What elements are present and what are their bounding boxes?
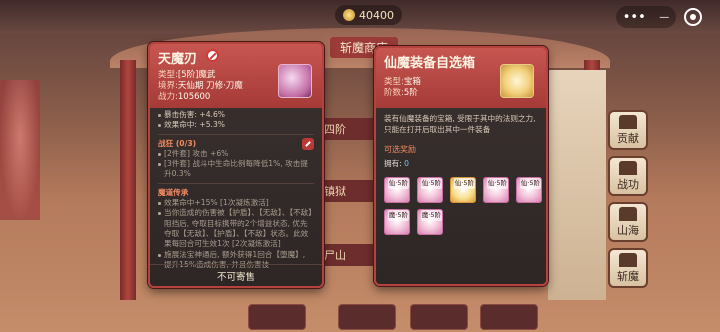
power-value: 105600 bbox=[177, 92, 211, 102]
rewards-title: 可选奖励 bbox=[384, 145, 416, 154]
demon-slayer-icon bbox=[619, 253, 637, 267]
type-value: 宝箱 bbox=[403, 77, 421, 87]
no-trade-icon bbox=[206, 49, 219, 62]
reward-item-immortal-claw[interactable]: 仙·5阶 bbox=[516, 177, 542, 203]
owned-label: 拥有: bbox=[384, 158, 402, 168]
minimize-icon[interactable]: — bbox=[659, 12, 669, 23]
type-value: [5阶]魔武 bbox=[177, 70, 216, 80]
reward-level: 魔·5阶 bbox=[420, 210, 442, 221]
item-tooltip-panel[interactable]: 天魔刃 类型:[5阶]魔武 境界:天仙期 刀修·刀魔 战力:105600 暴击伤… bbox=[148, 42, 324, 288]
shop-item-column bbox=[548, 70, 606, 300]
reward-level: 仙·5阶 bbox=[387, 178, 409, 189]
divider bbox=[158, 133, 314, 135]
legend-title: 魔道传承 bbox=[158, 187, 189, 197]
reward-level: 仙·5阶 bbox=[486, 178, 508, 189]
type-label: 类型: bbox=[158, 70, 178, 80]
chest-icon bbox=[500, 64, 534, 98]
sidebar-label: 贡献 bbox=[617, 132, 639, 145]
tier-value: 5阶 bbox=[403, 88, 418, 98]
bottom-tab-3[interactable] bbox=[410, 304, 468, 330]
pillar-left bbox=[120, 60, 136, 300]
item-tooltip-header: 天魔刃 类型:[5阶]魔武 境界:天仙期 刀修·刀魔 战力:105600 bbox=[150, 44, 322, 108]
owned-count: 拥有: 0 bbox=[384, 159, 538, 170]
not-tradeable-label: 不可寄售 bbox=[150, 264, 322, 286]
sidebar: 贡献 战功 山海 斩魔 bbox=[608, 110, 648, 294]
sidebar-button-contribution[interactable]: 贡献 bbox=[608, 110, 648, 150]
bottom-tab-4[interactable] bbox=[480, 304, 538, 330]
tier-label: 阶数: bbox=[384, 88, 404, 98]
chest-tooltip-header: 仙魔装备自选箱 类型:宝箱 阶数:5阶 bbox=[376, 48, 546, 108]
set-line: [2件套] 攻击 +6% bbox=[158, 149, 314, 159]
shelf-label-2: 镇狱 bbox=[320, 180, 376, 202]
reward-grid: 仙·5阶 仙·5阶 仙·5阶 仙·5阶 仙·5阶 魔·5阶 魔·5阶 bbox=[384, 177, 542, 235]
reward-level: 仙·5阶 bbox=[420, 178, 442, 189]
legend-line: 当你造成的伤害被【护盾】、【无敌】、【不敌】阻挡后, 夺取目标携带的2个增益状态… bbox=[158, 208, 314, 249]
realm-label: 境界: bbox=[158, 81, 178, 91]
chest-description: 装有仙魔装备的宝箱, 受限于其中的法则之力, 只能在打开后取出其中一件装备 bbox=[384, 114, 536, 134]
shelf-label-1: 四阶 bbox=[320, 118, 376, 140]
stat-line: 效果命中: +5.3% bbox=[158, 120, 314, 130]
reward-item-immortal-blade[interactable]: 仙·5阶 bbox=[384, 177, 410, 203]
sidebar-button-demon-slayer[interactable]: 斩魔 bbox=[608, 248, 648, 288]
reward-item-immortal-orb[interactable]: 仙·5阶 bbox=[450, 177, 476, 203]
chest-tooltip-panel[interactable]: 仙魔装备自选箱 类型:宝箱 阶数:5阶 装有仙魔装备的宝箱, 受限于其中的法则之… bbox=[374, 46, 548, 286]
owned-value: 0 bbox=[404, 158, 410, 168]
sidebar-button-battle-merit[interactable]: 战功 bbox=[608, 156, 648, 196]
reward-level: 仙·5阶 bbox=[453, 178, 475, 189]
top-right-controls: ••• — bbox=[616, 6, 702, 28]
realm-value: 天仙期 刀修·刀魔 bbox=[177, 81, 243, 91]
mini-program-menu[interactable]: ••• — bbox=[616, 6, 676, 28]
shelf-label-3: 尸山 bbox=[320, 244, 376, 266]
set-title: 战狂 (0/3) bbox=[158, 137, 314, 150]
reward-item-immortal-armor[interactable]: 仙·5阶 bbox=[417, 177, 443, 203]
sidebar-label: 山海 bbox=[617, 224, 639, 237]
set-line: [3件套] 战斗中生命比例每降低1%, 攻击提升0.3% bbox=[158, 159, 314, 180]
more-icon[interactable]: ••• bbox=[623, 10, 646, 25]
legend-line: 效果命中+15% [1次凝炼激活] bbox=[158, 198, 314, 208]
stat-line: 暴击伤害: +4.6% bbox=[158, 110, 314, 120]
bottom-tab-1[interactable] bbox=[248, 304, 306, 330]
power-label: 战力: bbox=[158, 92, 178, 102]
reward-item-demon-blade[interactable]: 魔·5阶 bbox=[384, 209, 410, 235]
sidebar-label: 斩魔 bbox=[617, 270, 639, 283]
sidebar-button-mountain-sea[interactable]: 山海 bbox=[608, 202, 648, 242]
close-ring-icon[interactable] bbox=[684, 8, 702, 26]
sidebar-label: 战功 bbox=[617, 178, 639, 191]
currency-display: 40400 bbox=[335, 5, 402, 25]
reward-item-immortal-wing[interactable]: 仙·5阶 bbox=[483, 177, 509, 203]
bottom-tab-2[interactable] bbox=[338, 304, 396, 330]
currency-amount: 40400 bbox=[359, 8, 394, 22]
reward-level: 魔·5阶 bbox=[387, 210, 409, 221]
battle-merit-icon bbox=[619, 161, 637, 175]
lantern-decoration bbox=[0, 80, 40, 220]
coin-icon bbox=[343, 9, 355, 21]
mountain-sea-icon bbox=[619, 207, 637, 221]
reward-item-demon-armor[interactable]: 魔·5阶 bbox=[417, 209, 443, 235]
contribution-icon bbox=[619, 115, 637, 129]
divider bbox=[158, 182, 314, 184]
demon-blade-icon bbox=[278, 64, 312, 98]
set-blade-icon bbox=[302, 137, 314, 150]
type-label: 类型: bbox=[384, 77, 404, 87]
set-title-text: 战狂 (0/3) bbox=[158, 138, 197, 148]
reward-level: 仙·5阶 bbox=[519, 178, 541, 189]
